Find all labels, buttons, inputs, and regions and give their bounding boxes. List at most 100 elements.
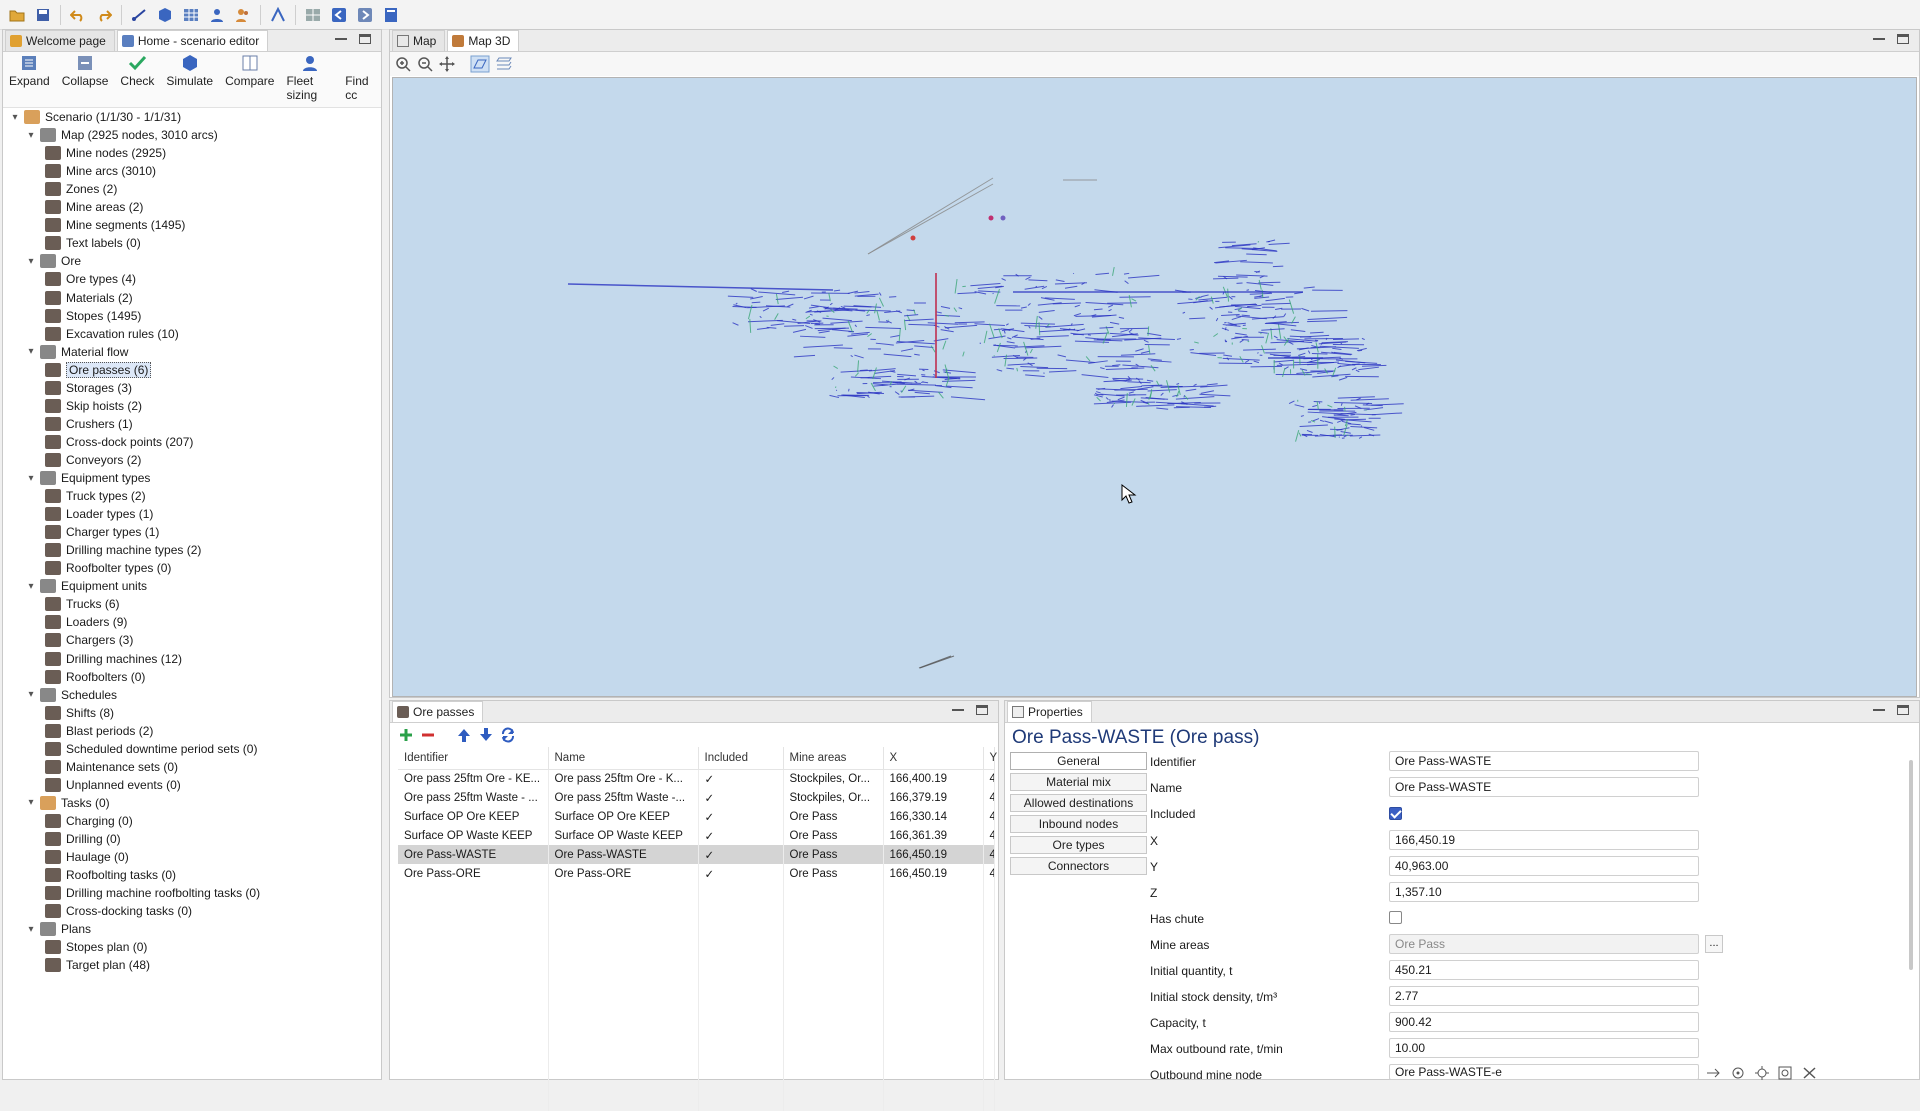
has-chute-checkbox[interactable] <box>1389 911 1402 924</box>
settings-grid-icon[interactable] <box>300 2 326 28</box>
column-header-identifier[interactable]: Identifier <box>398 747 548 769</box>
expand-toggle-icon[interactable]: ▾ <box>25 689 37 701</box>
zoom-in-icon[interactable] <box>394 55 412 73</box>
tree-item[interactable]: ▾Equipment types <box>25 469 150 487</box>
maximize-icon[interactable] <box>359 34 371 44</box>
y-field[interactable]: 40,963.00 <box>1389 856 1699 876</box>
tree-item[interactable]: Maintenance sets (0) <box>41 758 178 776</box>
clear-icon[interactable] <box>1801 1066 1819 1080</box>
tree-item[interactable]: Mine areas (2) <box>41 198 143 216</box>
tree-item[interactable]: ▾Scenario (1/1/30 - 1/1/31) <box>9 108 181 126</box>
tree-item[interactable]: Ore passes (6) <box>41 361 151 379</box>
tree-item[interactable]: ▾Tasks (0) <box>25 794 110 812</box>
tree-item[interactable]: Drilling machine types (2) <box>41 541 201 559</box>
tree-item[interactable]: Mine segments (1495) <box>41 216 185 234</box>
minimize-icon[interactable] <box>1873 34 1885 40</box>
tree-item[interactable]: Materials (2) <box>41 289 133 307</box>
tab-welcome-page[interactable]: Welcome page <box>5 30 115 51</box>
included-checkbox[interactable] <box>1389 807 1402 820</box>
tab-map[interactable]: Map <box>392 30 445 51</box>
x-field[interactable]: 166,450.19 <box>1389 830 1699 850</box>
properties-nav-general[interactable]: General <box>1010 752 1147 770</box>
back-arrow-icon[interactable] <box>326 2 352 28</box>
save-icon[interactable] <box>30 2 56 28</box>
expand-toggle-icon[interactable]: ▾ <box>25 923 37 935</box>
tree-item[interactable]: Trucks (6) <box>41 595 120 613</box>
open-folder-icon[interactable] <box>4 2 30 28</box>
remove-icon[interactable] <box>420 727 436 743</box>
tree-item[interactable]: Scheduled downtime period sets (0) <box>41 740 257 758</box>
tree-item[interactable]: ▾Map (2925 nodes, 3010 arcs) <box>25 126 218 144</box>
properties-scrollbar[interactable] <box>1909 760 1913 970</box>
people-icon[interactable] <box>230 2 256 28</box>
properties-nav-material-mix[interactable]: Material mix <box>1010 773 1147 791</box>
expand-toggle-icon[interactable]: ▾ <box>25 255 37 267</box>
properties-nav-connectors[interactable]: Connectors <box>1010 857 1147 875</box>
tree-item[interactable]: Loader types (1) <box>41 505 153 523</box>
table-row[interactable]: Ore Pass-WASTEOre Pass-WASTE✓Ore Pass166… <box>398 845 994 864</box>
find-button[interactable]: Find cc <box>339 54 381 102</box>
tree-item[interactable]: Storages (3) <box>41 379 132 397</box>
tree-item[interactable]: Charger types (1) <box>41 523 159 541</box>
tree-item[interactable]: Charging (0) <box>41 812 133 830</box>
arrow-right-icon[interactable] <box>1705 1066 1723 1080</box>
forward-arrow-icon[interactable] <box>352 2 378 28</box>
check-button[interactable]: Check <box>114 54 160 88</box>
book-icon[interactable] <box>378 2 404 28</box>
refresh-icon[interactable] <box>500 727 516 743</box>
minimize-icon[interactable] <box>952 705 964 711</box>
expand-toggle-icon[interactable]: ▾ <box>25 129 37 141</box>
tree-item[interactable]: ▾Material flow <box>25 343 128 361</box>
tree-item[interactable]: Drilling (0) <box>41 830 121 848</box>
tree-item[interactable]: Truck types (2) <box>41 487 146 505</box>
name-field[interactable]: Ore Pass-WASTE <box>1389 777 1699 797</box>
tree-item[interactable]: Text labels (0) <box>41 234 141 252</box>
tree-item[interactable]: ▾Ore <box>25 252 81 270</box>
tree-item[interactable]: Cross-docking tasks (0) <box>41 902 192 920</box>
z-field[interactable]: 1,357.10 <box>1389 882 1699 902</box>
properties-nav-inbound-nodes[interactable]: Inbound nodes <box>1010 815 1147 833</box>
tree-item[interactable]: Roofbolters (0) <box>41 668 145 686</box>
tree-item[interactable]: Haulage (0) <box>41 848 129 866</box>
table-row[interactable]: Ore Pass-OREOre Pass-ORE✓Ore Pass166,450… <box>398 864 994 883</box>
table-row[interactable]: Ore pass 25ftm Waste - ...Ore pass 25ftm… <box>398 788 994 807</box>
tree-item[interactable]: Stopes (1495) <box>41 307 141 325</box>
tree-item[interactable]: ▾Schedules <box>25 686 117 704</box>
tree-item[interactable]: ▾Plans <box>25 920 91 938</box>
tab-ore-passes[interactable]: Ore passes <box>392 701 483 722</box>
tree-item[interactable]: Crushers (1) <box>41 415 133 433</box>
redo-icon[interactable] <box>91 2 117 28</box>
minimize-icon[interactable] <box>1873 705 1885 711</box>
cube-icon[interactable] <box>152 2 178 28</box>
properties-nav-ore-types[interactable]: Ore types <box>1010 836 1147 854</box>
tree-item[interactable]: Ore types (4) <box>41 270 136 288</box>
tree-item[interactable]: Zones (2) <box>41 180 117 198</box>
column-header-y[interactable]: Y <box>983 747 994 769</box>
grid-icon[interactable] <box>178 2 204 28</box>
simulate-button[interactable]: Simulate <box>160 54 219 88</box>
zoom-out-icon[interactable] <box>416 55 434 73</box>
max-outbound-field[interactable]: 10.00 <box>1389 1038 1699 1058</box>
mine-areas-browse-button[interactable]: ... <box>1705 935 1723 953</box>
tree-item[interactable]: Skip hoists (2) <box>41 397 142 415</box>
expand-toggle-icon[interactable]: ▾ <box>25 472 37 484</box>
table-row[interactable]: Surface OP Waste KEEPSurface OP Waste KE… <box>398 826 994 845</box>
table-row[interactable]: Surface OP Ore KEEPSurface OP Ore KEEP✓O… <box>398 807 994 826</box>
collapse-button[interactable]: Collapse <box>56 54 115 88</box>
route-icon[interactable] <box>265 2 291 28</box>
expand-button[interactable]: Expand <box>3 54 56 88</box>
tree-item[interactable]: Excavation rules (10) <box>41 325 179 343</box>
fleet-sizing-button[interactable]: Fleet sizing <box>280 54 339 102</box>
tree-item[interactable]: Drilling machine roofbolting tasks (0) <box>41 884 260 902</box>
maximize-icon[interactable] <box>1897 34 1909 44</box>
column-header-included[interactable]: Included <box>698 747 783 769</box>
maximize-icon[interactable] <box>976 705 988 715</box>
compare-button[interactable]: Compare <box>219 54 280 88</box>
map-3d-canvas[interactable] <box>392 77 1917 697</box>
move-down-icon[interactable] <box>478 727 494 743</box>
tree-item[interactable]: Target plan (48) <box>41 956 150 974</box>
tree-item[interactable]: Drilling machines (12) <box>41 650 182 668</box>
tree-item[interactable]: Stopes plan (0) <box>41 938 147 956</box>
tree-item[interactable]: Roofbolter types (0) <box>41 559 171 577</box>
tab-home-scenario-editor[interactable]: Home - scenario editor <box>117 30 268 51</box>
